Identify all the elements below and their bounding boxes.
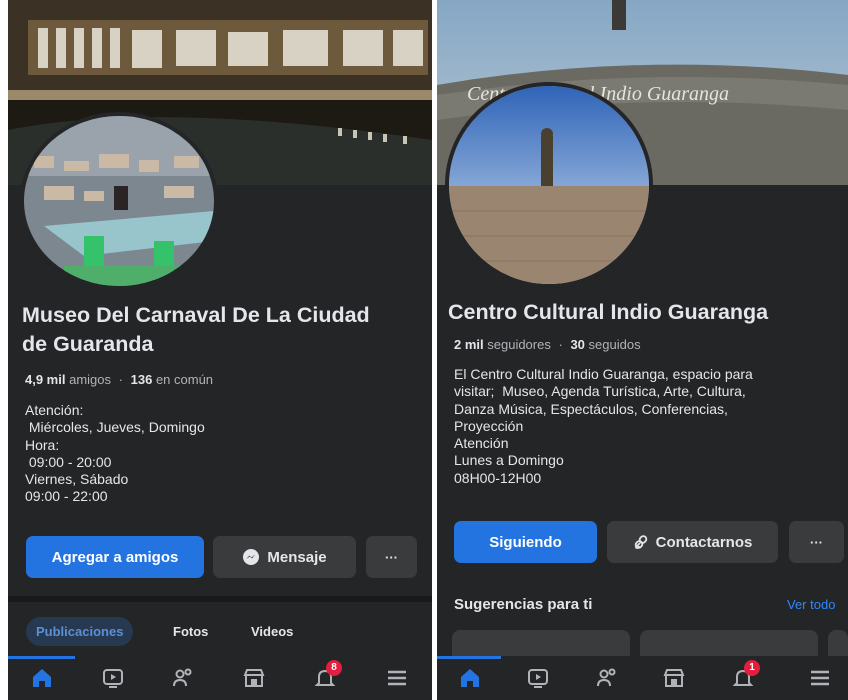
mutual-label: en común bbox=[155, 372, 214, 387]
bio-line: 09:00 - 22:00 bbox=[25, 488, 108, 505]
bio-line: 08H00-12H00 bbox=[454, 469, 542, 486]
friends-icon[interactable] bbox=[171, 666, 195, 690]
more-options-label: ··· bbox=[810, 534, 823, 550]
profile-name: Museo Del Carnaval De La Ciudad de Guara… bbox=[22, 301, 370, 359]
followers-label: seguidores bbox=[487, 337, 551, 352]
profile-bio: El Centro Cultural Indio Guaranga, espac… bbox=[454, 366, 753, 487]
more-options-button[interactable]: ··· bbox=[789, 521, 844, 563]
add-friend-button[interactable]: Agregar a amigos bbox=[26, 536, 204, 578]
message-button[interactable]: Mensaje bbox=[213, 536, 356, 578]
contact-button-label: Contactarnos bbox=[655, 533, 753, 551]
bio-line: Danza Música, Espectáculos, Conferencias… bbox=[454, 400, 728, 417]
following-label: seguidos bbox=[588, 337, 641, 352]
bio-line: visitar; Museo, Agenda Turística, Arte, … bbox=[454, 383, 746, 400]
following-button[interactable]: Siguiendo bbox=[454, 521, 597, 563]
friends-icon[interactable] bbox=[595, 666, 619, 690]
bio-line: Proyección bbox=[454, 417, 524, 434]
profile-avatar[interactable] bbox=[445, 82, 653, 288]
profile-name: Centro Cultural Indio Guaranga bbox=[448, 300, 769, 324]
followers-count[interactable]: 2 mil bbox=[454, 337, 484, 352]
notification-badge: 8 bbox=[326, 660, 342, 676]
link-icon bbox=[634, 535, 647, 549]
friends-stats: 4,9 mil amigos · 136 en común bbox=[25, 372, 213, 387]
bio-line: El Centro Cultural Indio Guaranga, espac… bbox=[454, 366, 753, 382]
bio-line: 09:00 - 20:00 bbox=[25, 453, 112, 470]
bio-line: Miércoles, Jueves, Domingo bbox=[25, 419, 205, 436]
messenger-icon bbox=[243, 549, 260, 565]
right-profile-screen: Centro Cultural Indio Guaranga Centro Cu… bbox=[437, 0, 848, 700]
marketplace-icon[interactable] bbox=[662, 666, 686, 690]
more-options-label: ··· bbox=[385, 549, 398, 565]
followers-stats: 2 mil seguidores · 30 seguidos bbox=[454, 337, 641, 352]
more-options-button[interactable]: ··· bbox=[366, 536, 417, 578]
tab-publicaciones[interactable]: Publicaciones bbox=[26, 617, 134, 646]
bio-line: Viernes, Sábado bbox=[25, 471, 129, 488]
message-label: Mensaje bbox=[267, 548, 327, 566]
notification-badge: 1 bbox=[744, 660, 760, 676]
bottom-navigation: 8 bbox=[8, 656, 432, 700]
marketplace-icon[interactable] bbox=[242, 666, 266, 690]
watch-icon[interactable] bbox=[526, 666, 550, 690]
watch-icon[interactable] bbox=[101, 666, 125, 690]
friends-label: amigos bbox=[69, 372, 112, 387]
stats-separator: · bbox=[558, 337, 563, 352]
bio-line: Lunes a Domingo bbox=[454, 452, 564, 469]
following-count[interactable]: 30 bbox=[570, 337, 584, 352]
bio-line: Hora: bbox=[25, 436, 60, 453]
left-profile-screen: Museo Del Carnaval De La Ciudad de Guara… bbox=[8, 0, 432, 700]
stats-separator: · bbox=[118, 372, 123, 387]
suggestions-title: Sugerencias para ti bbox=[454, 596, 593, 613]
home-icon[interactable] bbox=[30, 666, 54, 690]
profile-bio: Atención: Miércoles, Jueves, Domingo Hor… bbox=[25, 402, 205, 506]
profile-avatar[interactable] bbox=[20, 112, 218, 290]
see-all-link[interactable]: Ver todo bbox=[787, 597, 835, 612]
contact-button[interactable]: Contactarnos bbox=[607, 521, 778, 563]
bio-line: Atención: bbox=[25, 402, 84, 418]
tab-fotos[interactable]: Fotos bbox=[173, 624, 208, 639]
bio-line: Atención bbox=[454, 435, 509, 452]
mutual-count[interactable]: 136 bbox=[131, 372, 153, 387]
following-button-label: Siguiendo bbox=[489, 533, 562, 551]
profile-name-line2: de Guaranda bbox=[22, 332, 154, 356]
active-tab-indicator bbox=[437, 656, 501, 659]
active-tab-indicator bbox=[8, 656, 75, 659]
menu-icon[interactable] bbox=[808, 666, 832, 690]
profile-name-line1: Museo Del Carnaval De La Ciudad bbox=[22, 303, 370, 327]
menu-icon[interactable] bbox=[385, 666, 409, 690]
section-divider bbox=[8, 596, 432, 602]
add-friend-label: Agregar a amigos bbox=[51, 548, 179, 566]
tab-videos[interactable]: Videos bbox=[251, 624, 293, 639]
bottom-navigation: 1 bbox=[437, 656, 848, 700]
friends-count[interactable]: 4,9 mil bbox=[25, 372, 65, 387]
home-icon[interactable] bbox=[458, 666, 482, 690]
